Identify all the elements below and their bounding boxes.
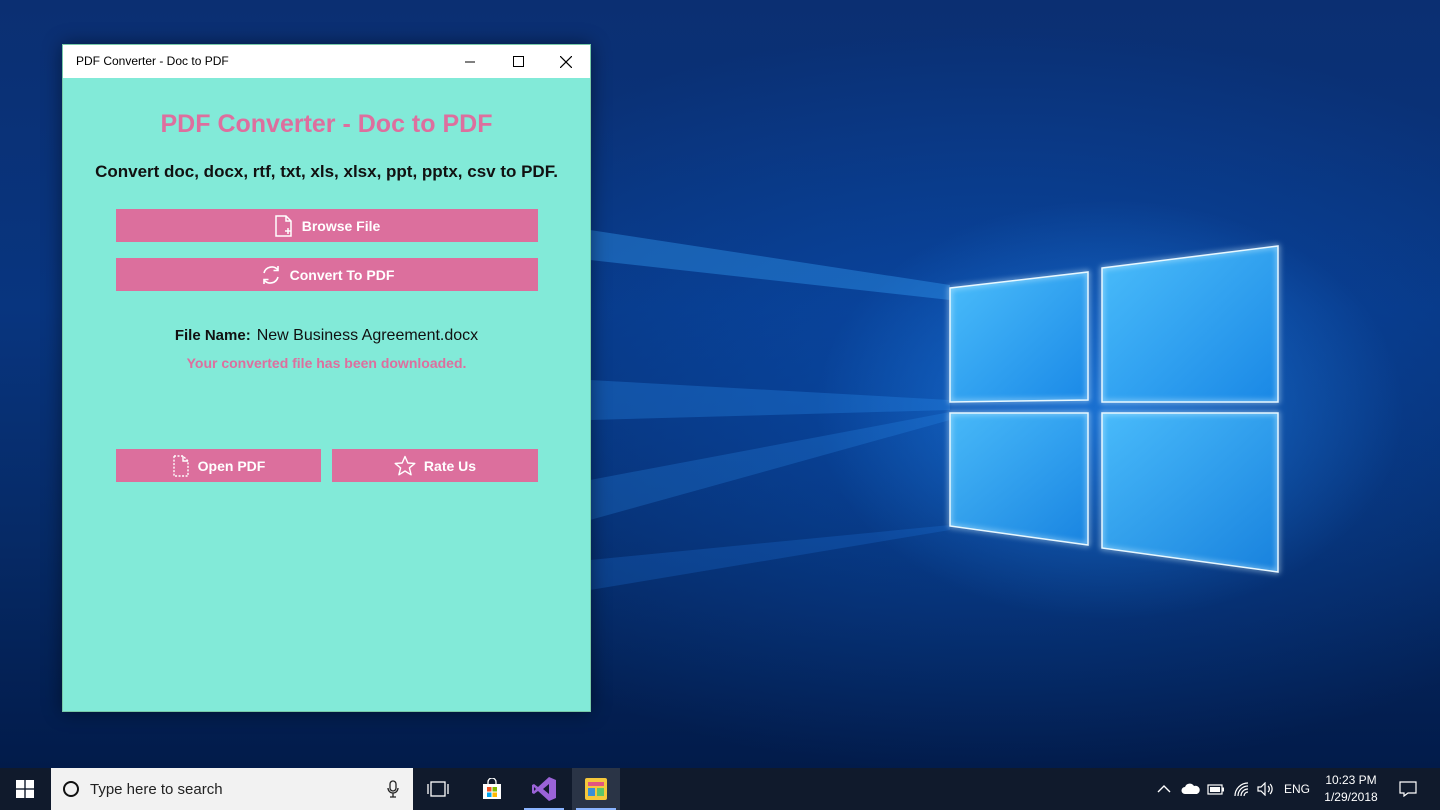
close-button[interactable] — [543, 45, 589, 78]
file-add-icon — [274, 214, 292, 237]
file-name-label: File Name: — [174, 327, 251, 344]
store-button[interactable] — [468, 768, 516, 810]
clock-date: 1/29/2018 — [1324, 790, 1378, 804]
onedrive-icon — [1181, 783, 1200, 794]
convert-to-pdf-label: Convert To PDF — [289, 266, 395, 283]
clock[interactable]: 10:23 PM 1/29/2018 — [1316, 772, 1386, 806]
browse-file-button[interactable]: Browse File — [116, 209, 538, 242]
rate-us-button[interactable]: Rate Us — [332, 449, 538, 482]
convert-to-pdf-button[interactable]: Convert To PDF — [116, 258, 538, 291]
search-placeholder: Type here to search — [90, 780, 223, 798]
pdf-converter-app-icon — [585, 778, 607, 800]
window-title: PDF Converter - Doc to PDF — [76, 54, 229, 68]
chevron-up-icon — [1157, 785, 1171, 793]
cortana-icon — [63, 781, 79, 797]
refresh-icon — [262, 265, 279, 284]
task-view-button[interactable] — [414, 768, 462, 810]
app-subtitle: Convert doc, docx, rtf, txt, xls, xlsx, … — [95, 162, 558, 181]
battery-button[interactable] — [1204, 768, 1228, 810]
minimize-button[interactable] — [447, 45, 493, 78]
file-name-value: New Business Agreement.docx — [256, 327, 479, 344]
start-button[interactable] — [0, 768, 50, 810]
visual-studio-button[interactable] — [520, 768, 568, 810]
document-icon — [172, 454, 189, 477]
open-pdf-button[interactable]: Open PDF — [116, 449, 321, 482]
title-bar[interactable]: PDF Converter - Doc to PDF — [63, 45, 590, 78]
input-language-indicator[interactable]: ENG — [1280, 768, 1314, 810]
show-hidden-icons-button[interactable] — [1152, 768, 1176, 810]
pdf-converter-taskbar-button[interactable] — [572, 768, 620, 810]
wifi-icon — [1234, 782, 1249, 797]
taskbar: Type here to search ENG 10:23 PM 1/29/20… — [0, 768, 1440, 810]
maximize-icon — [512, 56, 524, 67]
clock-time: 10:23 PM — [1325, 773, 1377, 787]
browse-file-label: Browse File — [301, 217, 381, 234]
app-content: PDF Converter - Doc to PDF Convert doc, … — [63, 78, 590, 711]
volume-button[interactable] — [1254, 768, 1278, 810]
open-pdf-label: Open PDF — [197, 457, 266, 474]
status-message: Your converted file has been downloaded. — [186, 355, 467, 371]
maximize-button[interactable] — [495, 45, 541, 78]
rate-us-label: Rate Us — [423, 457, 477, 474]
battery-icon — [1207, 784, 1224, 795]
notification-icon — [1399, 781, 1417, 797]
task-view-icon — [427, 781, 449, 797]
visual-studio-icon — [532, 777, 556, 801]
app-heading: PDF Converter - Doc to PDF — [160, 110, 493, 138]
close-icon — [560, 55, 572, 68]
windows-start-icon — [16, 780, 34, 798]
network-button[interactable] — [1230, 768, 1254, 810]
store-icon — [483, 778, 501, 799]
taskbar-search-box[interactable]: Type here to search — [51, 768, 413, 810]
star-icon — [394, 455, 416, 475]
app-window: PDF Converter - Doc to PDF PDF Converter… — [62, 44, 591, 712]
microphone-icon[interactable] — [387, 780, 399, 798]
volume-icon — [1257, 782, 1273, 796]
onedrive-button[interactable] — [1178, 768, 1204, 810]
file-name-row: File Name: New Business Agreement.docx — [63, 327, 590, 345]
minimize-icon — [465, 61, 475, 62]
action-center-button[interactable] — [1390, 768, 1426, 810]
